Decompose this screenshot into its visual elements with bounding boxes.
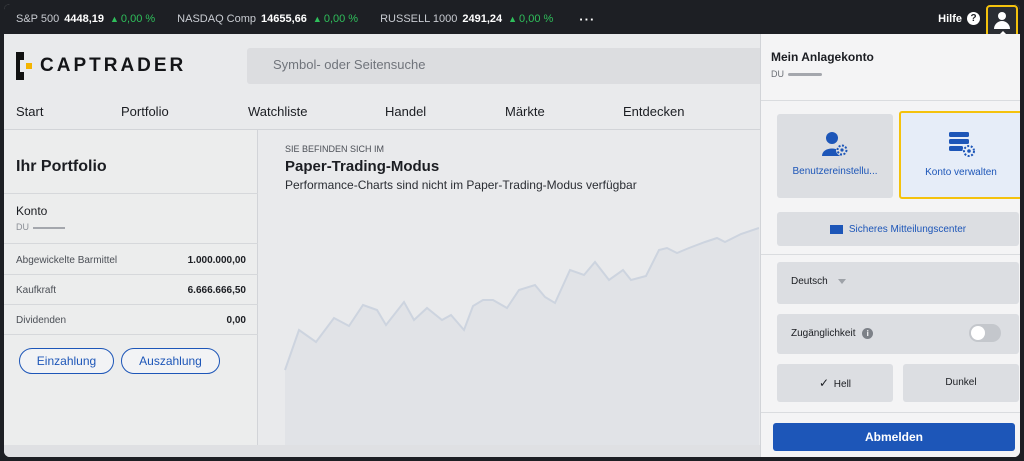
more-icon[interactable]: ···: [579, 12, 595, 27]
nav-start[interactable]: Start: [16, 104, 43, 119]
account-menu-id-text: DU: [771, 69, 784, 79]
help-label: Hilfe: [938, 12, 962, 25]
account-label: Konto: [16, 204, 48, 218]
user-icon-body: [994, 21, 1010, 29]
info-icon[interactable]: i: [862, 328, 874, 339]
user-settings-icon: [822, 132, 848, 156]
accessibility-label: Zugänglichkeit: [791, 328, 856, 339]
envelope-icon: [829, 224, 843, 234]
ticker-bar: S&P 500 4448,19 ▲ 0,00 % NASDAQ Comp 1465…: [4, 4, 1020, 39]
message-center-label: Sicheres Mitteilungscenter: [848, 223, 967, 235]
chevron-down-icon: [838, 278, 847, 284]
app-window: S&P 500 4448,19 ▲ 0,00 % NASDAQ Comp 1465…: [4, 4, 1020, 457]
balance-row: Dividenden 0,00: [16, 315, 246, 326]
nav-watchlist[interactable]: Watchliste: [248, 104, 307, 119]
tile-label: Benutzereinstellu...: [792, 166, 878, 177]
logout-button[interactable]: Abmelden: [773, 423, 1015, 451]
account-menu-title: Mein Anlagekonto: [771, 50, 874, 64]
divider: [4, 243, 258, 244]
manage-account-tile[interactable]: Konto verwalten: [899, 111, 1020, 199]
divider: [4, 334, 258, 335]
nav-handel[interactable]: Handel: [385, 104, 426, 119]
captrader-logo[interactable]: CAPTRADER: [16, 52, 186, 80]
nav-portfolio[interactable]: Portfolio: [121, 104, 169, 119]
logo-mark-icon: [16, 52, 32, 80]
nav-entdecken[interactable]: Entdecken: [623, 104, 684, 119]
language-select[interactable]: Deutsch: [777, 262, 1019, 304]
toggle-knob: [971, 326, 985, 340]
mode-kicker: SIE BEFINDEN SICH IM: [285, 144, 385, 154]
help-link[interactable]: Hilfe ?: [938, 12, 980, 25]
tile-label: Konto verwalten: [925, 167, 997, 178]
account-settings-icon: [949, 132, 976, 158]
divider: [4, 274, 258, 275]
ticker-change: ▲ 0,00 %: [313, 13, 358, 25]
accessibility-toggle[interactable]: [969, 324, 1001, 342]
main-nav: Start Portfolio Watchliste Handel Märkte…: [4, 98, 764, 128]
deposit-button[interactable]: Einzahlung: [19, 348, 114, 374]
mode-subtitle: Performance-Charts sind nicht im Paper-T…: [285, 178, 637, 192]
accessibility-row: Zugänglichkeit i: [777, 314, 1019, 354]
account-menu-id: DU: [771, 69, 822, 79]
divider: [4, 304, 258, 305]
up-arrow-icon: ▲: [508, 14, 518, 24]
ticker-change: ▲ 0,00 %: [508, 13, 553, 25]
up-arrow-icon: ▲: [110, 14, 119, 24]
account-id-text: DU: [16, 222, 29, 232]
ticker-name: NASDAQ Comp: [177, 13, 257, 25]
ticker-change-text: 0,00 %: [323, 13, 359, 25]
logo-text: CAPTRADER: [40, 55, 187, 76]
balance-row: Kaufkraft 6.666.666,50: [16, 285, 246, 296]
divider: [761, 412, 1020, 413]
divider: [4, 193, 258, 194]
row-value: 0,00: [226, 315, 246, 326]
ticker-russell[interactable]: RUSSELL 1000 2491,24 ▲ 0,00 %: [380, 13, 553, 25]
language-value: Deutsch: [791, 276, 828, 287]
account-menu: Mein Anlagekonto DU Benutzereinstellu...: [760, 34, 1020, 457]
ticker-sp500[interactable]: S&P 500 4448,19 ▲ 0,00 %: [16, 13, 155, 25]
ticker-value: 14655,66: [261, 13, 307, 25]
theme-light-label: Hell: [833, 379, 852, 390]
help-icon: ?: [967, 12, 980, 25]
row-label: Kaufkraft: [16, 285, 57, 296]
divider: [761, 254, 1020, 255]
theme-dark-button[interactable]: Dunkel: [903, 364, 1019, 402]
ticker-change-text: 0,00 %: [519, 13, 554, 25]
account-id: DU: [16, 222, 65, 232]
row-value: 6.666.666,50: [187, 285, 246, 296]
footer-strip: [4, 445, 760, 457]
ticker-change: ▲ 0,00 %: [110, 13, 155, 25]
theme-dark-label: Dunkel: [945, 377, 977, 388]
message-center-button[interactable]: Sicheres Mitteilungscenter: [777, 212, 1019, 246]
portfolio-card: Ihr Portfolio Konto DU Abgewickelte Barm…: [4, 130, 258, 445]
up-arrow-icon: ▲: [312, 14, 322, 24]
check-icon: ✓: [818, 376, 830, 390]
theme-light-button[interactable]: ✓ Hell: [777, 364, 893, 402]
portfolio-title: Ihr Portfolio: [16, 158, 107, 175]
row-value: 1.000.000,00: [187, 255, 246, 266]
withdraw-button[interactable]: Auszahlung: [121, 348, 220, 374]
performance-panel: SIE BEFINDEN SICH IM Paper-Trading-Modus…: [259, 130, 759, 445]
ticker-value: 2491,24: [462, 13, 503, 25]
ticker-change-text: 0,00 %: [120, 13, 156, 25]
divider: [761, 100, 1020, 101]
ticker-nasdaq[interactable]: NASDAQ Comp 14655,66 ▲ 0,00 %: [177, 13, 358, 25]
balance-row: Abgewickelte Barmittel 1.000.000,00: [16, 255, 246, 266]
search-input[interactable]: Symbol- oder Seitensuche: [247, 48, 767, 84]
ticker-value: 4448,19: [64, 13, 104, 25]
row-label: Dividenden: [16, 315, 67, 326]
nav-maerkte[interactable]: Märkte: [505, 104, 545, 119]
mode-title: Paper-Trading-Modus: [285, 158, 440, 175]
ticker-name: S&P 500: [16, 13, 60, 25]
user-settings-tile[interactable]: Benutzereinstellu...: [777, 114, 893, 198]
ticker-name: RUSSELL 1000: [380, 13, 458, 25]
user-icon: [998, 12, 1006, 20]
row-label: Abgewickelte Barmittel: [16, 255, 118, 266]
